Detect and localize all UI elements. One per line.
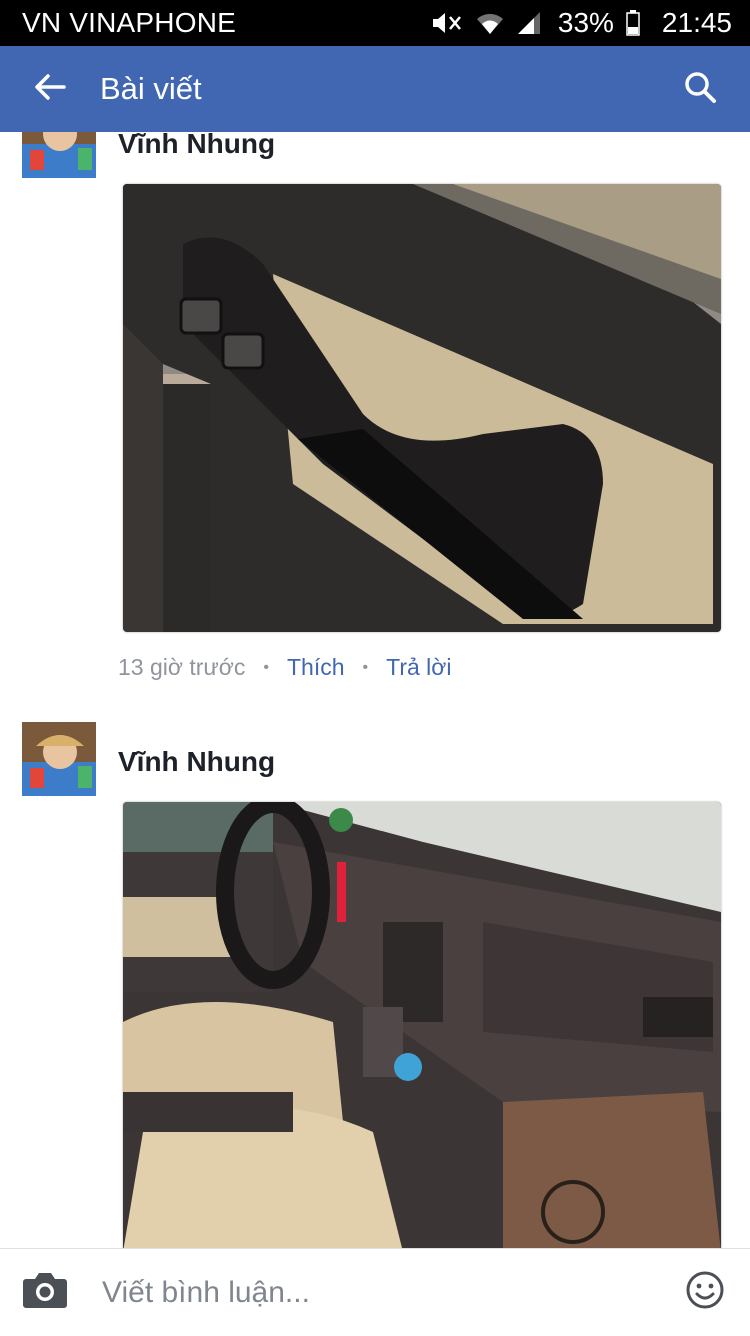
comment-composer <box>0 1248 750 1336</box>
battery-icon <box>626 10 640 36</box>
carrier-name: VN VINAPHONE <box>22 7 236 38</box>
comment-timestamp: 13 giờ trước <box>118 654 246 680</box>
car-dashboard-interior-photo[interactable] <box>123 802 721 1248</box>
comment-item: Vĩnh Nhung <box>0 132 750 692</box>
separator-dot: • <box>362 658 369 676</box>
comment-author[interactable]: Vĩnh Nhung <box>118 132 275 160</box>
avatar[interactable] <box>22 132 96 178</box>
comment-feed[interactable]: Vĩnh Nhung 13 giờ trước • Thích • Trả lờ… <box>0 132 750 1248</box>
like-link[interactable]: Thích <box>287 654 345 681</box>
car-door-interior-photo[interactable] <box>123 184 721 632</box>
app-bar: Bài viết <box>0 46 750 132</box>
arrow-left-icon <box>34 73 66 106</box>
comment-input[interactable] <box>90 1275 660 1310</box>
smiley-icon <box>685 1270 725 1315</box>
mute-icon <box>430 10 464 36</box>
wifi-icon <box>476 10 504 36</box>
separator-dot: • <box>263 658 269 676</box>
comment-author[interactable]: Vĩnh Nhung <box>118 746 275 778</box>
status-icons: 33% 21:45 <box>430 7 732 39</box>
battery-percent: 33% <box>557 7 614 38</box>
back-button[interactable] <box>0 46 100 132</box>
camera-icon <box>22 1271 68 1314</box>
search-icon <box>683 70 717 109</box>
search-button[interactable] <box>650 46 750 132</box>
clock: 21:45 <box>661 7 732 38</box>
status-bar: VN VINAPHONE 33% 21:45 <box>0 0 750 46</box>
page-title: Bài viết <box>100 71 202 106</box>
comment-meta: 13 giờ trước • Thích • Trả lời <box>118 654 451 681</box>
signal-icon <box>516 10 542 36</box>
avatar[interactable] <box>22 722 96 796</box>
camera-button[interactable] <box>0 1249 90 1336</box>
reply-link[interactable]: Trả lời <box>386 654 451 681</box>
comment-item: Vĩnh Nhung <box>0 722 750 1248</box>
emoji-button[interactable] <box>660 1249 750 1336</box>
